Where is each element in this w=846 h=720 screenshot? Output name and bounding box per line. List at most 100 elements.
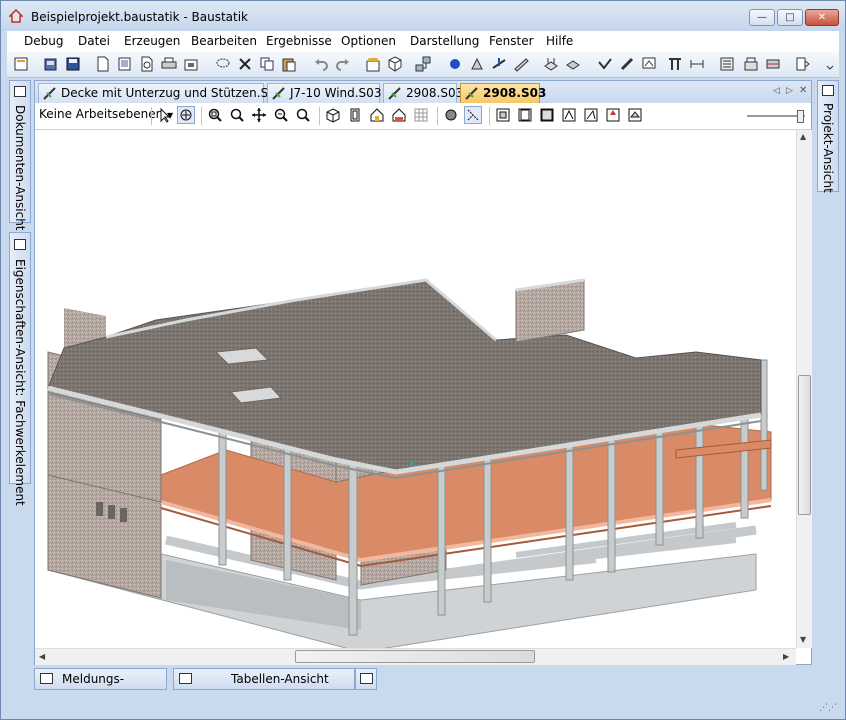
wireframe-icon[interactable] bbox=[464, 106, 482, 124]
project-panel-tab[interactable]: Projekt-Ansicht bbox=[817, 80, 839, 193]
house-app-icon bbox=[9, 9, 23, 23]
menu-optionen[interactable]: Optionen bbox=[341, 34, 396, 48]
print-preview-icon[interactable] bbox=[117, 56, 133, 72]
messages-panel-tab[interactable]: Meldungs-Ansicht bbox=[34, 668, 167, 706]
building-3d-model[interactable]: X Y Z bbox=[36, 130, 796, 648]
close-button[interactable]: ✕ bbox=[805, 9, 839, 26]
zoom-page-icon[interactable] bbox=[139, 56, 155, 72]
vertical-scroll-thumb[interactable] bbox=[798, 375, 811, 515]
view-top-icon[interactable] bbox=[495, 107, 511, 123]
undo-icon[interactable] bbox=[313, 56, 329, 72]
design-icon[interactable] bbox=[743, 56, 759, 72]
scroll-right-arrow-icon[interactable]: ▶ bbox=[783, 652, 789, 661]
lasso-icon[interactable] bbox=[215, 56, 231, 72]
calc-icon[interactable] bbox=[719, 56, 735, 72]
view-perspective-icon[interactable] bbox=[627, 107, 643, 123]
menu-darstellung[interactable]: Darstellung bbox=[410, 34, 479, 48]
result-view-icon[interactable] bbox=[641, 56, 657, 72]
view-house-icon[interactable] bbox=[369, 107, 385, 123]
tables-panel-label: Tabellen-Ansicht bbox=[231, 672, 329, 686]
zoom-slider-thumb[interactable] bbox=[797, 110, 804, 123]
view-left-icon[interactable] bbox=[561, 107, 577, 123]
pan-icon[interactable] bbox=[251, 107, 267, 123]
view-house-shaded-icon[interactable] bbox=[391, 107, 407, 123]
print-icon[interactable] bbox=[161, 56, 177, 72]
view-bottom-icon[interactable] bbox=[605, 107, 621, 123]
properties-panel-tab[interactable]: Eigenschaften-Ansicht: Fachwerkelement bbox=[9, 232, 31, 506]
vertical-scrollbar[interactable]: ▲ ▼ bbox=[796, 130, 812, 648]
view-side-icon[interactable] bbox=[517, 107, 533, 123]
menu-fenster[interactable]: Fenster bbox=[489, 34, 534, 48]
tab-j7-10-wind[interactable]: J7-10 Wind.S03 bbox=[267, 83, 381, 103]
toolbar-overflow-icon[interactable] bbox=[825, 56, 835, 72]
scroll-left-arrow-icon[interactable]: ◀ bbox=[39, 652, 45, 661]
document-icon[interactable] bbox=[95, 56, 111, 72]
menu-datei[interactable]: Datei bbox=[78, 34, 110, 48]
properties-icon[interactable] bbox=[365, 56, 381, 72]
slab-icon[interactable] bbox=[565, 56, 581, 72]
panel-icon[interactable] bbox=[795, 56, 811, 72]
resize-grip-icon[interactable]: ⋰⋰ bbox=[819, 703, 837, 713]
horizontal-scroll-thumb[interactable] bbox=[295, 650, 535, 663]
tab-2908-first[interactable]: 2908.S03 bbox=[383, 83, 463, 103]
member-icon[interactable] bbox=[513, 56, 529, 72]
tab-label: 2908.S03 bbox=[483, 86, 547, 100]
scroll-down-arrow-icon[interactable]: ▼ bbox=[800, 635, 806, 644]
tab-close-button[interactable]: ✕ bbox=[799, 85, 807, 96]
maximize-button[interactable]: □ bbox=[777, 9, 803, 26]
render-mode-icon[interactable] bbox=[443, 107, 459, 123]
select-arrow-icon[interactable] bbox=[157, 107, 173, 123]
view-back-icon[interactable] bbox=[539, 107, 555, 123]
menu-bearbeiten[interactable]: Bearbeiten bbox=[191, 34, 257, 48]
node-icon[interactable] bbox=[447, 56, 463, 72]
3d-model-viewport[interactable]: X Y Z bbox=[36, 130, 796, 648]
view-iso-icon[interactable] bbox=[325, 107, 341, 123]
tables-panel-tab[interactable]: Tabellen-Ansicht bbox=[173, 668, 355, 690]
check-icon[interactable] bbox=[597, 56, 613, 72]
grid-icon[interactable] bbox=[413, 107, 429, 123]
new-project-icon[interactable] bbox=[13, 56, 29, 72]
extra-table-tab[interactable] bbox=[355, 668, 377, 690]
menu-erzeugen[interactable]: Erzeugen bbox=[124, 34, 180, 48]
copy-icon[interactable] bbox=[259, 56, 275, 72]
menu-hilfe[interactable]: Hilfe bbox=[546, 34, 573, 48]
tab-next-button[interactable]: ▷ bbox=[786, 86, 793, 96]
zoom-window-icon[interactable] bbox=[207, 107, 223, 123]
zoom-slider[interactable] bbox=[747, 110, 805, 123]
tab-2908-active[interactable]: 2908.S03 bbox=[460, 83, 546, 103]
menu-debug[interactable]: Debug bbox=[24, 34, 63, 48]
zoom-previous-icon[interactable] bbox=[295, 107, 311, 123]
link-icon[interactable] bbox=[619, 56, 635, 72]
section-icon[interactable] bbox=[667, 56, 683, 72]
beam-load-icon[interactable] bbox=[491, 56, 507, 72]
rotate-view-icon[interactable] bbox=[177, 106, 195, 124]
tab-decke-mit-unterzug[interactable]: Decke mit Unterzug und Stützen.S03 bbox=[38, 83, 284, 103]
export-icon[interactable] bbox=[183, 56, 199, 72]
paste-icon[interactable] bbox=[281, 56, 297, 72]
view-front-icon[interactable] bbox=[347, 107, 363, 123]
tab-prev-button[interactable]: ◁ bbox=[773, 86, 780, 96]
dimension-icon[interactable] bbox=[689, 56, 705, 72]
layer-combo-label: Keine Arbeitsebenen bbox=[39, 107, 164, 121]
scroll-up-arrow-icon[interactable]: ▲ bbox=[800, 132, 806, 141]
zoom-extents-icon[interactable] bbox=[273, 107, 289, 123]
area-load-icon[interactable] bbox=[543, 56, 559, 72]
view-cube-icon[interactable] bbox=[387, 56, 403, 72]
menu-ergebnisse[interactable]: Ergebnisse bbox=[266, 34, 332, 48]
zoom-icon[interactable] bbox=[229, 107, 245, 123]
network-icon[interactable] bbox=[415, 56, 431, 72]
delete-icon[interactable] bbox=[237, 56, 253, 72]
minimize-button[interactable]: — bbox=[749, 9, 775, 26]
save-icon[interactable] bbox=[65, 56, 81, 72]
support-icon[interactable] bbox=[469, 56, 485, 72]
horizontal-scrollbar[interactable]: ◀ ▶ bbox=[35, 648, 796, 665]
view-right-icon[interactable] bbox=[583, 107, 599, 123]
view-toolbar: Keine Arbeitsebenen ▼ bbox=[35, 103, 811, 130]
tables-panel-icon bbox=[179, 673, 192, 684]
properties-panel-label: Eigenschaften-Ansicht: Fachwerkelement bbox=[13, 259, 27, 506]
reinforcement-icon[interactable] bbox=[765, 56, 781, 72]
layer-combo[interactable]: Keine Arbeitsebenen ▼ bbox=[39, 107, 173, 121]
redo-icon[interactable] bbox=[335, 56, 351, 72]
documents-panel-tab[interactable]: Dokumenten-Ansicht bbox=[9, 80, 31, 231]
open-icon[interactable] bbox=[43, 56, 59, 72]
